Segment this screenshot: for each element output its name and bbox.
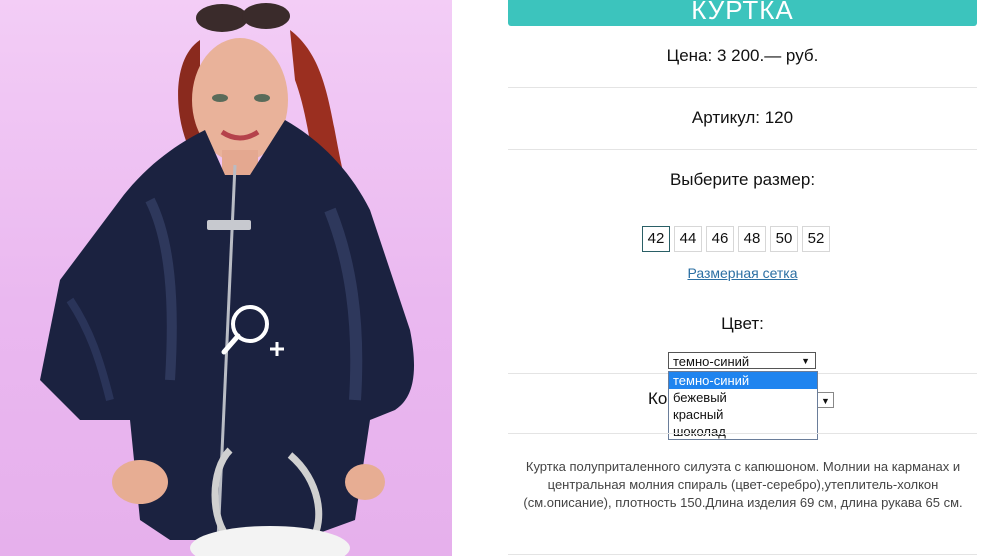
color-dropdown-list: темно-синий бежевый красный шоколад (668, 371, 818, 440)
size-chart-link[interactable]: Размерная сетка (508, 265, 977, 281)
size-option-50[interactable]: 50 (770, 226, 798, 252)
size-option-42[interactable]: 42 (642, 226, 670, 252)
divider (508, 554, 977, 555)
product-title: КУРТКА (508, 0, 977, 26)
quantity-label: Ко (648, 389, 668, 408)
color-label: Цвет: (721, 314, 764, 333)
product-description: Куртка полуприталенного силуэта с капюшо… (523, 459, 963, 510)
price-label: Цена: 3 200.— руб. (666, 46, 819, 65)
size-option-52[interactable]: 52 (802, 226, 830, 252)
article-label: Артикул: 120 (691, 108, 794, 127)
size-selector: 42 44 46 48 50 52 (642, 226, 830, 252)
color-option-chocolate[interactable]: шоколад (669, 423, 817, 440)
product-photo-illustration (40, 3, 415, 556)
size-option-48[interactable]: 48 (738, 226, 766, 252)
zoom-in-icon (221, 305, 284, 356)
zoom-button[interactable] (218, 300, 288, 362)
choose-size-label: Выберите размер: (669, 170, 816, 189)
divider (508, 149, 977, 150)
caret-down-icon: ▼ (801, 356, 810, 366)
color-option-dark-blue[interactable]: темно-синий (669, 372, 817, 389)
divider (508, 433, 977, 434)
divider (508, 87, 977, 88)
color-select[interactable]: темно-синий ▼ (668, 352, 816, 369)
color-select-value: темно-синий (673, 354, 750, 369)
quantity-select-arrow[interactable]: ▼ (818, 392, 834, 408)
size-option-44[interactable]: 44 (674, 226, 702, 252)
color-option-red[interactable]: красный (669, 406, 817, 423)
color-option-beige[interactable]: бежевый (669, 389, 817, 406)
product-image[interactable] (0, 0, 452, 556)
size-option-46[interactable]: 46 (706, 226, 734, 252)
